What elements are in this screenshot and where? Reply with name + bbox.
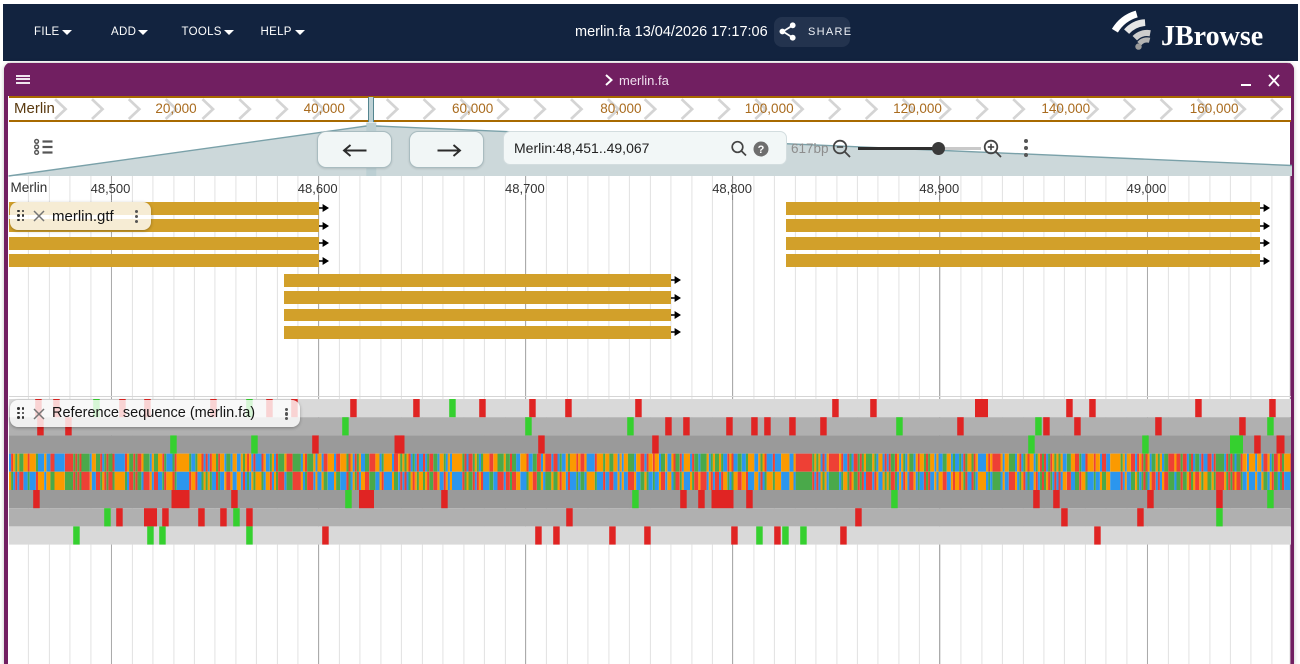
svg-text:?: ?	[758, 143, 765, 155]
